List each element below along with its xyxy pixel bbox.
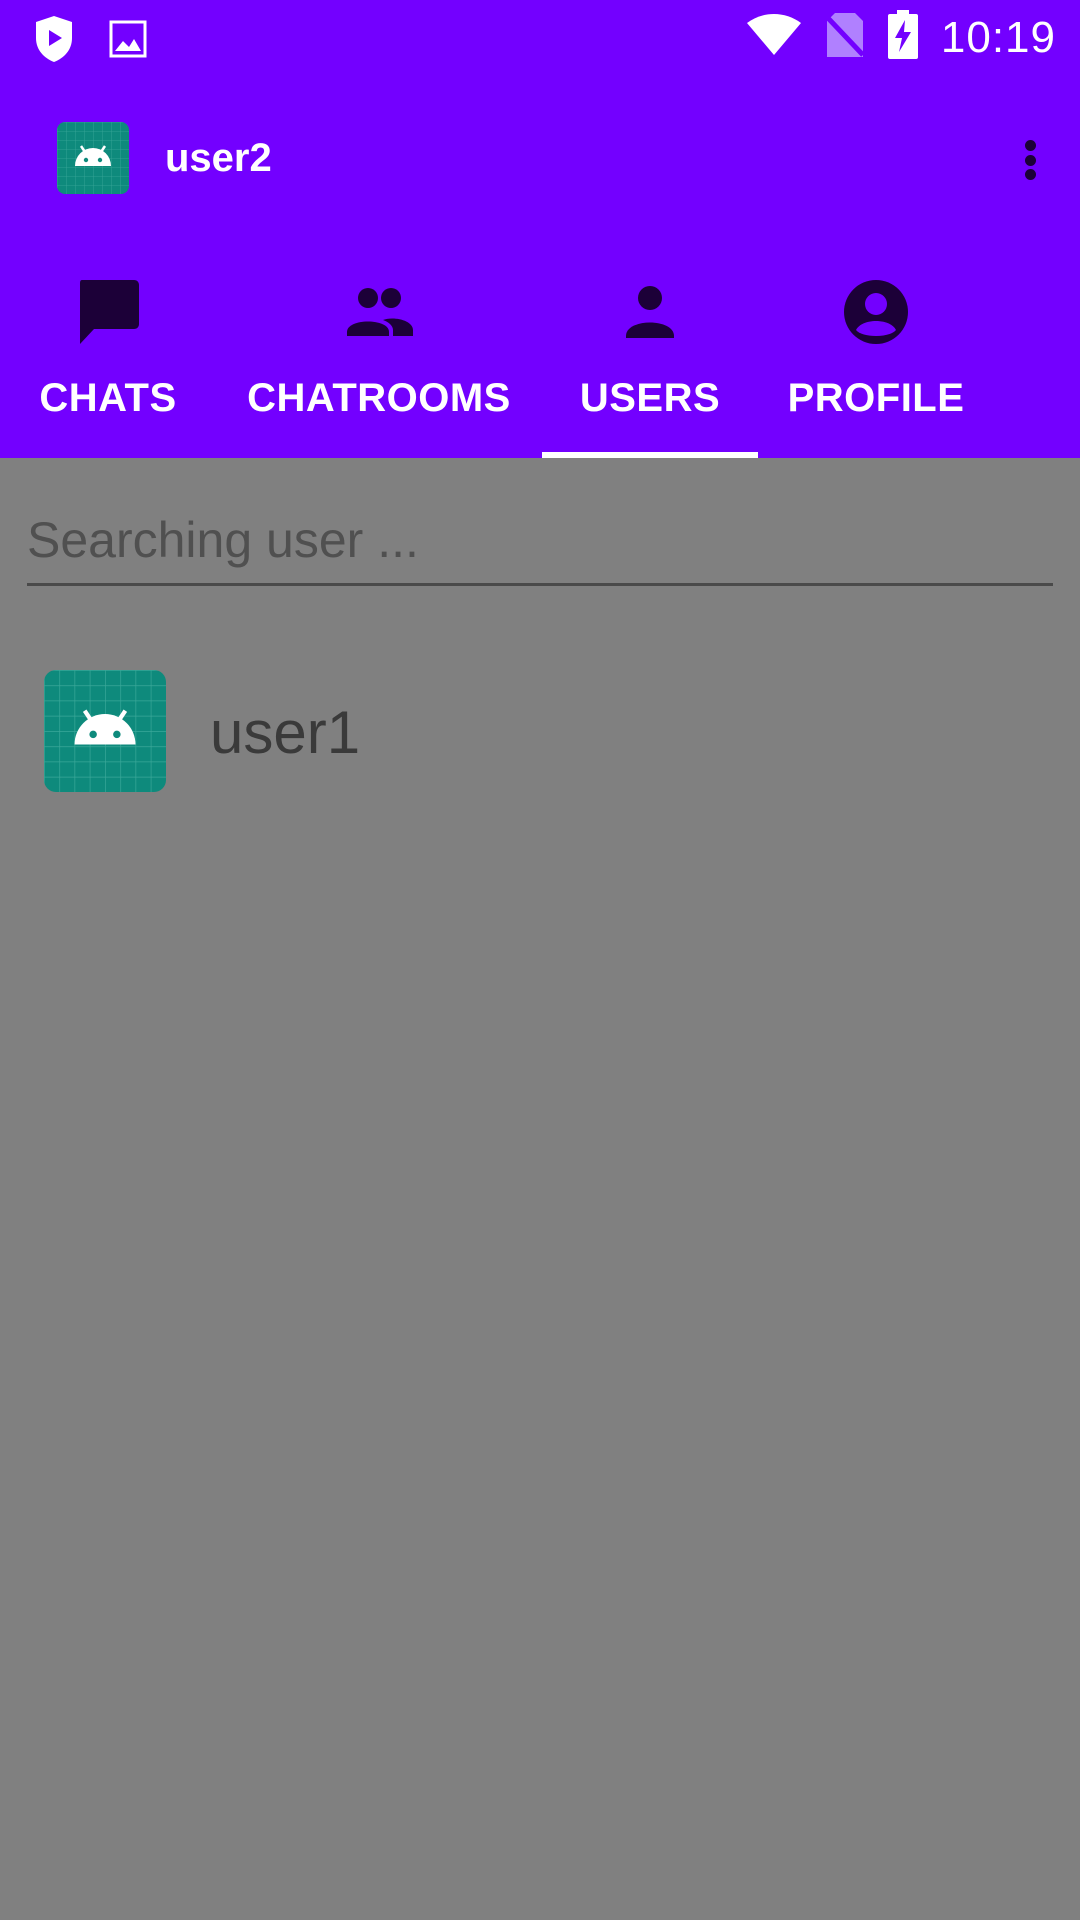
android-logo — [57, 122, 129, 194]
tab-label: PROFILE — [787, 376, 965, 420]
shield-play-icon — [32, 14, 76, 69]
tab-users[interactable]: USERS — [542, 268, 758, 458]
tab-label: CHATROOMS — [247, 376, 511, 420]
group-icon — [343, 276, 415, 348]
chat-icon — [72, 276, 144, 348]
tab-bar: CHATS CHATROOMS USERS PROFILE — [0, 268, 1080, 458]
search-field — [27, 500, 1053, 586]
no-sim-icon — [825, 11, 865, 64]
status-bar: 10:19 — [0, 0, 1080, 78]
tab-chats[interactable]: CHATS — [0, 268, 216, 458]
person-icon — [614, 276, 686, 348]
wifi-icon — [745, 13, 803, 62]
more-vert-icon[interactable] — [1010, 130, 1050, 190]
tab-indicator — [542, 452, 758, 458]
tab-label: USERS — [579, 376, 721, 420]
tab-profile[interactable]: PROFILE — [758, 268, 994, 458]
avatar — [44, 670, 166, 792]
app-bar: user2 — [0, 110, 1080, 210]
clock: 10:19 — [940, 12, 1056, 62]
search-input[interactable] — [27, 500, 1053, 580]
account-circle-icon — [840, 276, 912, 348]
battery-charging-icon — [887, 10, 919, 65]
list-item[interactable]: user1 — [0, 660, 1080, 800]
tab-label: CHATS — [39, 376, 177, 420]
header: 10:19 user2 CHATS CHATROOMS USERS PROFIL… — [0, 0, 1080, 458]
app-title: user2 — [165, 136, 272, 180]
tab-chatrooms[interactable]: CHATROOMS — [216, 268, 542, 458]
image-icon — [108, 19, 148, 64]
user-name: user1 — [210, 699, 361, 766]
